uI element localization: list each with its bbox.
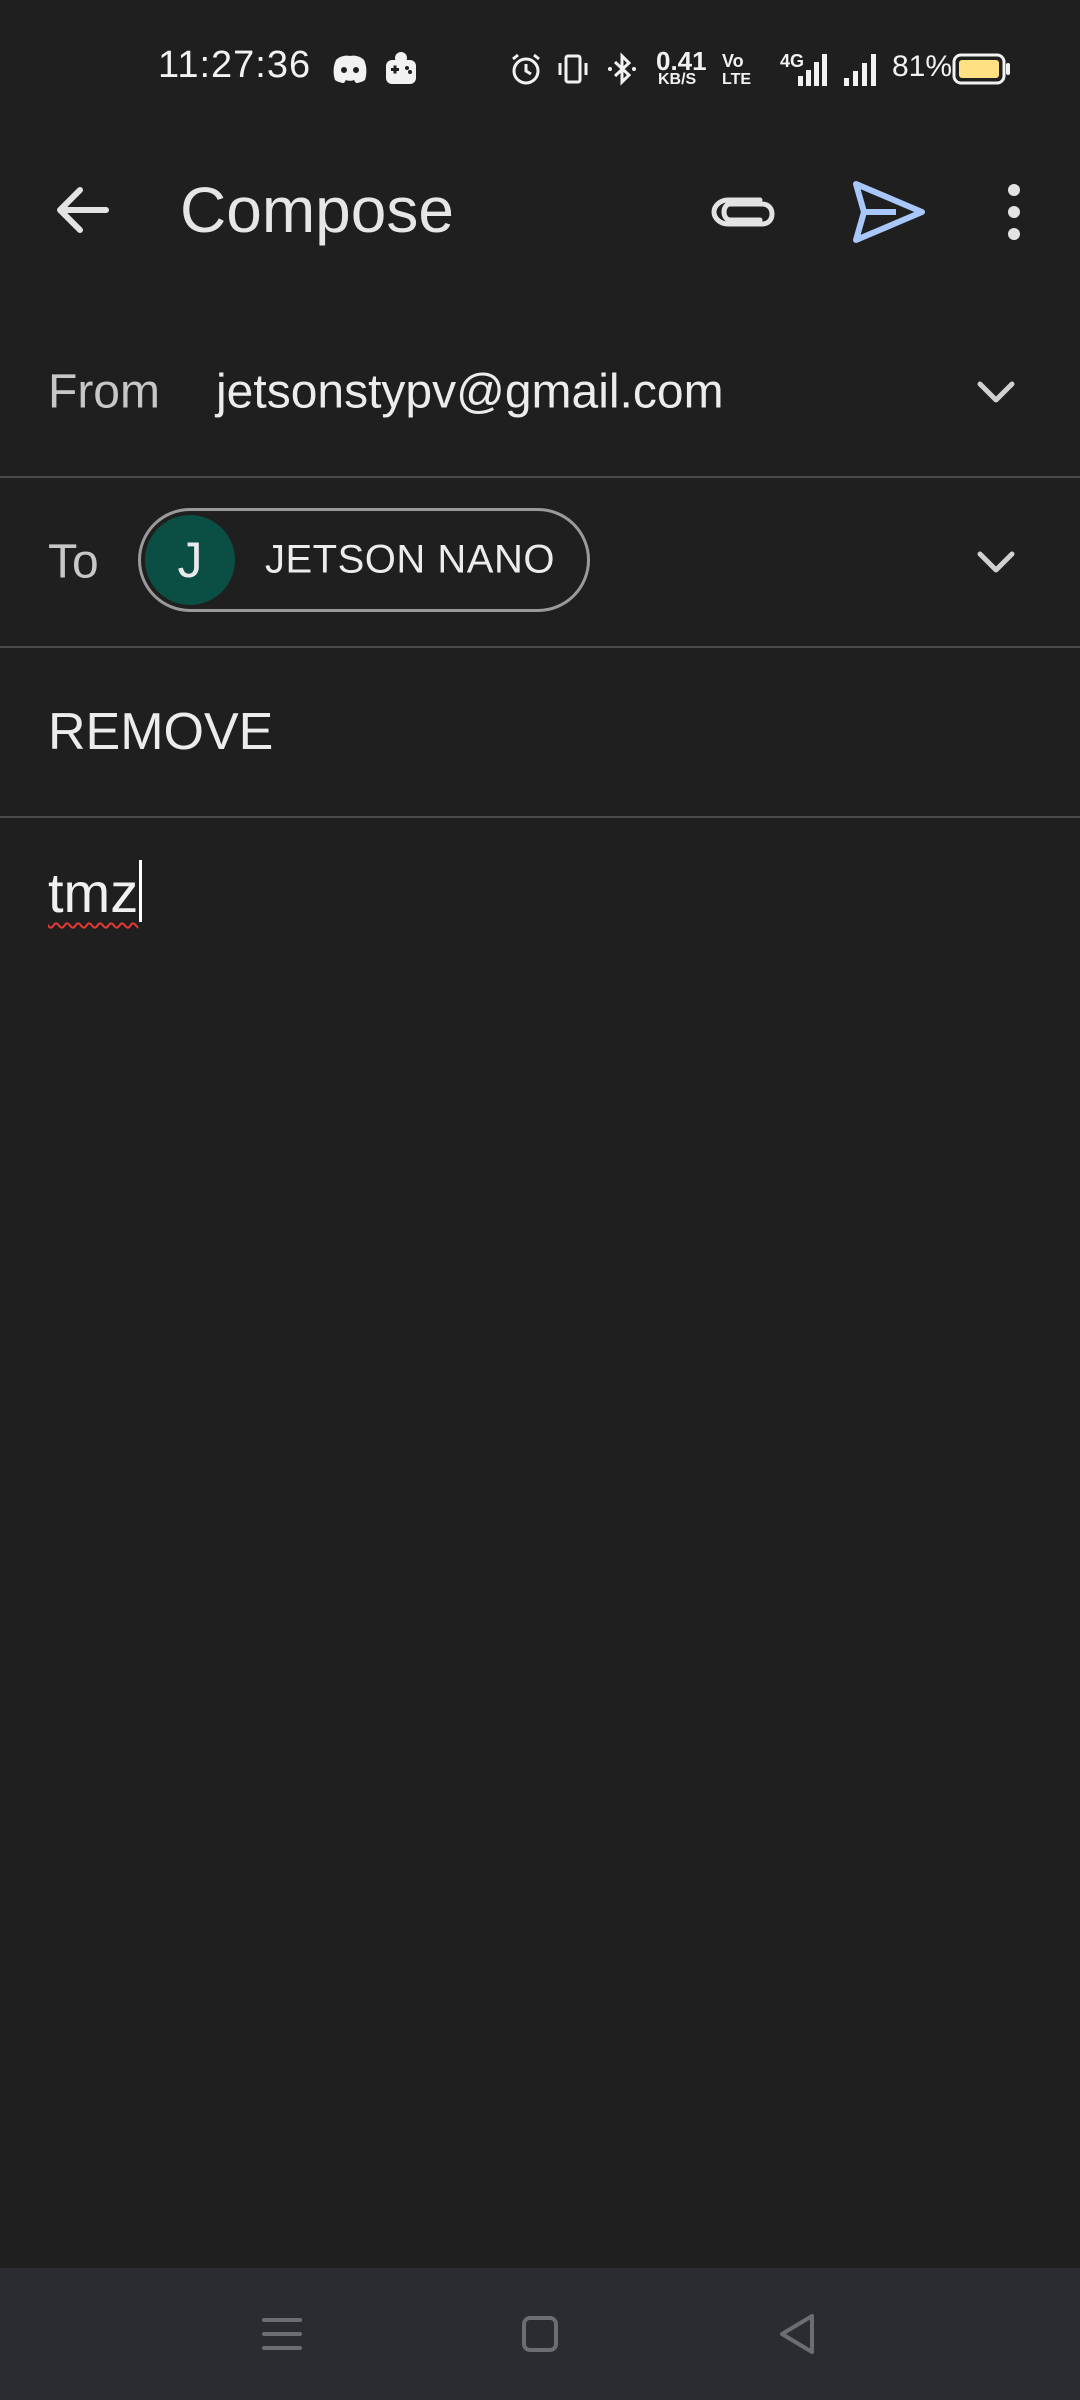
compose-body[interactable]: tmz: [48, 860, 1038, 2160]
to-label: To: [48, 535, 99, 589]
subject-field-row[interactable]: REMOVE: [0, 648, 1080, 818]
from-field-row[interactable]: From jetsonstypv@gmail.com: [0, 308, 1080, 478]
home-icon[interactable]: [508, 2302, 572, 2366]
attach-icon[interactable]: [700, 170, 784, 254]
vibrate-icon: [558, 54, 588, 84]
game-controller-icon: [386, 52, 416, 84]
recipient-name: JETSON NANO: [265, 537, 555, 582]
bluetooth-icon: [608, 52, 636, 86]
battery-percent: 81%: [892, 50, 953, 83]
alarm-icon: [512, 53, 540, 85]
from-account[interactable]: jetsonstypv@gmail.com: [216, 365, 724, 420]
system-nav-bar: [0, 2268, 1080, 2400]
status-time: 11:27:36: [158, 44, 312, 86]
volte-bottom: LTE: [722, 71, 752, 88]
recipient-chip[interactable]: J JETSON NANO: [138, 508, 590, 612]
signal-icon: [844, 54, 876, 86]
chevron-down-icon[interactable]: [968, 364, 1024, 420]
discord-icon: [333, 55, 367, 83]
from-label: From: [48, 365, 160, 419]
back-arrow-icon[interactable]: [44, 170, 124, 250]
page-title: Compose: [180, 174, 454, 246]
top-app-bar: Compose: [0, 140, 1080, 280]
avatar: J: [145, 515, 235, 605]
back-icon[interactable]: [766, 2302, 830, 2366]
subject-input[interactable]: REMOVE: [48, 702, 273, 762]
net-speed-unit: KB/S: [658, 71, 697, 88]
body-text: tmz: [48, 861, 139, 924]
send-icon[interactable]: [846, 170, 930, 254]
volte-top: Vo: [722, 51, 744, 71]
chevron-down-icon[interactable]: [968, 534, 1024, 590]
status-bar: 11:27:36 0.41 KB/S Vo LTE 4G 81%: [0, 0, 1080, 140]
to-field-row[interactable]: To J JETSON NANO: [0, 478, 1080, 648]
more-options-icon[interactable]: [984, 170, 1044, 254]
menu-icon[interactable]: [250, 2302, 314, 2366]
text-cursor: [139, 860, 143, 922]
battery-icon: [952, 53, 1010, 85]
